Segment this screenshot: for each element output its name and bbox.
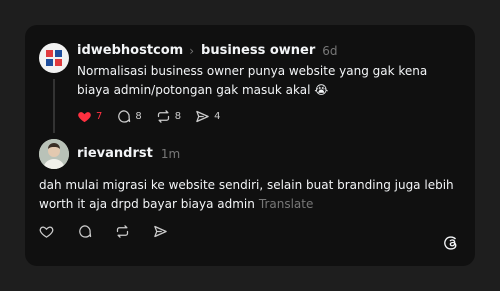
idwebhost-logo-icon [46,50,62,66]
repost-count: 8 [174,111,182,122]
share-button[interactable]: 4 [195,109,221,124]
post-text: Normalisasi business owner punya website… [77,64,428,97]
reply-actions [39,224,186,239]
share-icon [154,225,167,238]
reply-like-button[interactable] [39,224,58,239]
reply-text: dah mulai migrasi ke website sendiri, se… [39,178,454,211]
share-count: 4 [214,111,221,122]
like-count: 7 [96,111,103,122]
repost-button[interactable]: 8 [156,109,181,124]
thread-line [53,79,55,133]
post-community[interactable]: business owner [201,43,315,58]
comment-icon [118,110,131,123]
comment-icon [79,225,92,238]
heart-icon [78,112,91,123]
reply-header: rievandrst 1m [77,146,180,161]
repost-icon [157,110,169,123]
post-header: idwebhostcom › business owner 6d [77,43,338,58]
post-actions: 7 8 8 4 [77,109,235,124]
user-photo-icon [39,139,69,169]
comment-button[interactable]: 8 [116,109,142,124]
reply-comment-button[interactable] [77,224,96,239]
post-username[interactable]: idwebhostcom [77,43,183,58]
reply-text-block: dah mulai migrasi ke website sendiri, se… [39,176,464,214]
avatar[interactable] [39,43,69,73]
reply-username[interactable]: rievandrst [77,146,153,161]
like-button[interactable]: 7 [77,109,102,124]
repost-icon [116,225,129,238]
reply-avatar[interactable] [39,139,69,169]
reply-repost-button[interactable] [115,224,134,239]
share-icon [196,110,209,123]
chevron-right-icon: › [189,43,195,58]
reply-share-button[interactable] [153,224,172,239]
heart-icon [39,226,54,238]
thread-card: idwebhostcom › business owner 6d Normali… [25,25,475,266]
reply-time: 1m [160,146,181,161]
comment-count: 8 [135,111,142,122]
translate-link[interactable]: Translate [259,197,314,211]
post-time: 6d [322,43,338,58]
threads-logo-icon[interactable] [443,234,461,252]
